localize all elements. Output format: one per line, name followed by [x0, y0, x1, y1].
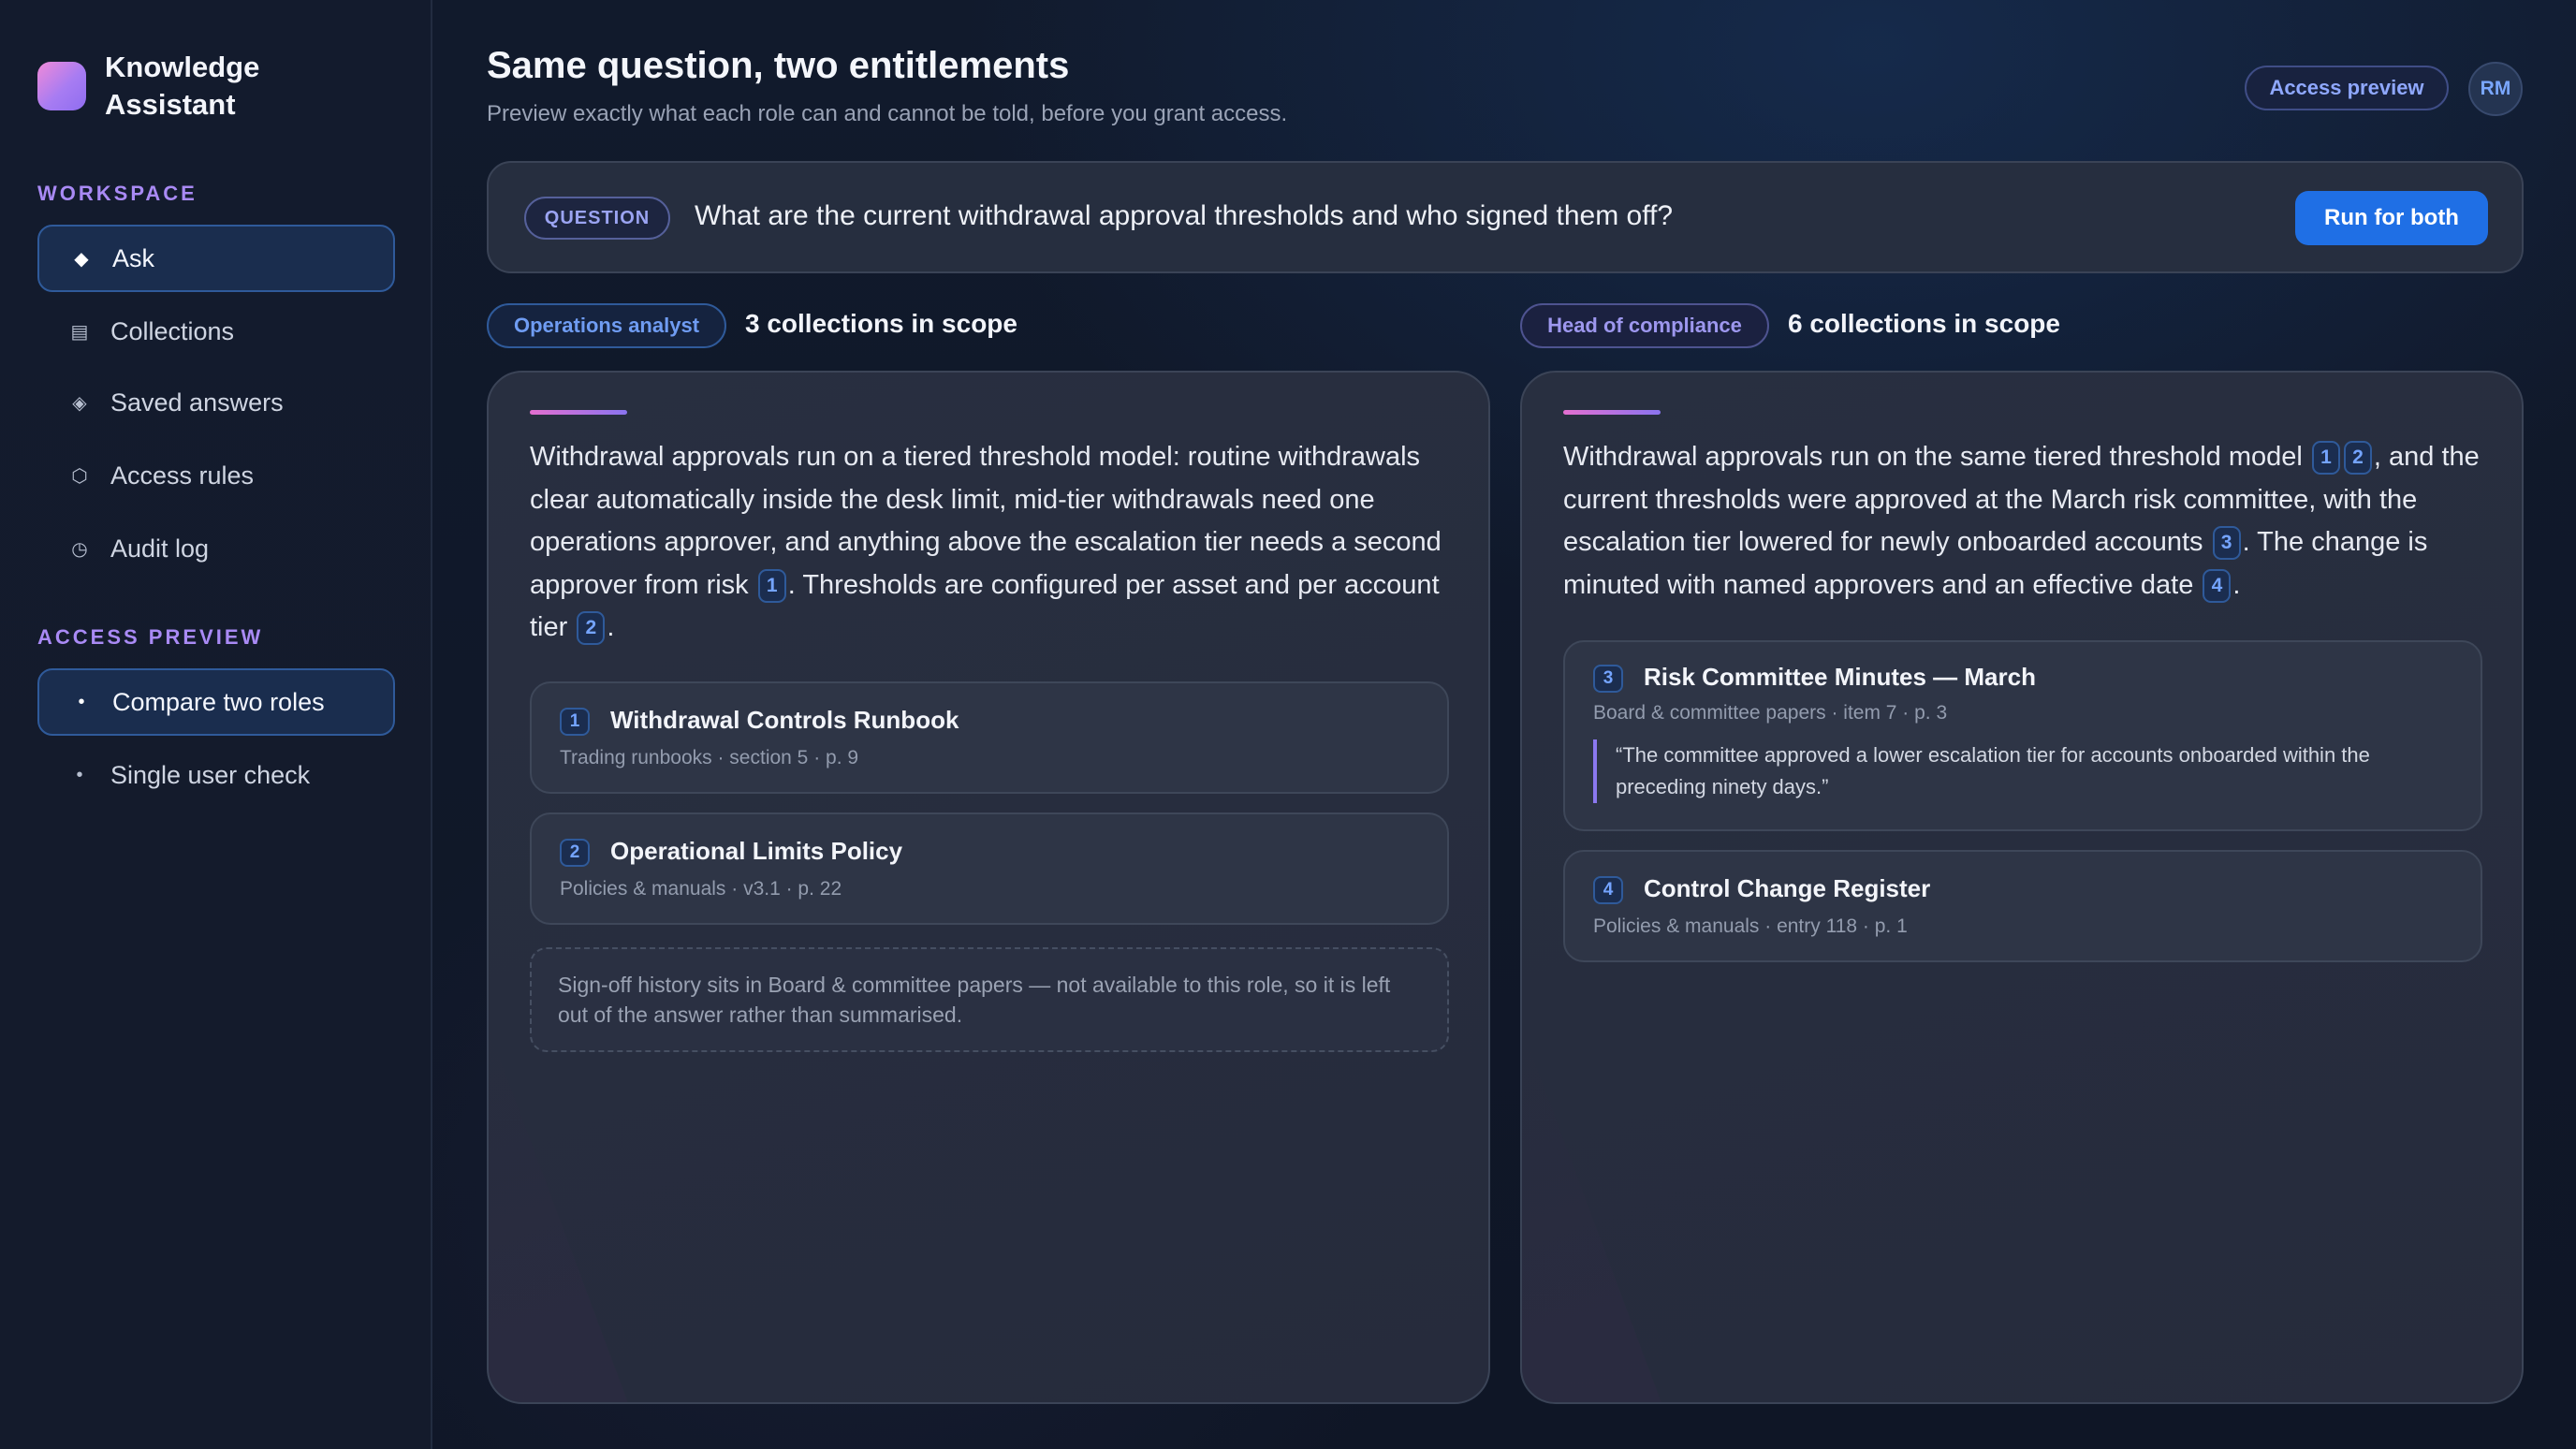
answer-text: Withdrawal approvals run on the same tie… [1563, 436, 2490, 607]
role-badge-head-of-compliance: Head of compliance [1520, 303, 1769, 348]
sidebar-item-label: Ask [112, 243, 155, 272]
question-tag: QUESTION [524, 197, 670, 240]
dot-icon: • [78, 691, 85, 712]
sidebar-item-label: Collections [110, 316, 235, 345]
panel-accent-bar [530, 410, 627, 415]
scope-count-left: 3 collections in scope [745, 309, 1017, 338]
source-card[interactable]: 2 Operational Limits Policy Policies & m… [530, 812, 1449, 925]
citation-badge[interactable]: 1 [2311, 441, 2340, 475]
source-title: Operational Limits Policy [610, 837, 903, 865]
page-title: Same question, two entitlements [487, 45, 1070, 86]
run-for-both-button[interactable]: Run for both [2295, 191, 2488, 245]
source-meta: Policies & manuals · entry 118 · p. 1 [1593, 915, 1908, 937]
sidebar-item-compare-two-roles[interactable]: • Compare two roles [37, 668, 395, 736]
citation-badge[interactable]: 2 [577, 611, 606, 645]
source-title: Withdrawal Controls Runbook [610, 706, 959, 734]
answer-panel-head-of-compliance: Withdrawal approvals run on the same tie… [1520, 371, 2524, 1404]
source-number: 2 [560, 839, 590, 867]
source-title: Control Change Register [1644, 874, 1931, 902]
role-badge-operations-analyst: Operations analyst [487, 303, 726, 348]
answer-panel-operations-analyst: Withdrawal approvals run on a tiered thr… [487, 371, 1490, 1404]
sidebar-item-saved-answers[interactable]: ◈ Saved answers [37, 369, 395, 436]
sidebar-item-label: Saved answers [110, 388, 284, 417]
citation-badge[interactable]: 4 [2203, 568, 2232, 603]
sidebar-item-label: Compare two roles [112, 687, 325, 716]
sidebar-item-single-user-check[interactable]: • Single user check [37, 741, 395, 809]
access-preview-button[interactable]: Access preview [2245, 66, 2449, 110]
clock-icon: ◷ [71, 538, 88, 560]
answer-segment: Withdrawal approvals run on the same tie… [1563, 442, 2303, 472]
brand-name-line2: Assistant [105, 88, 236, 121]
sidebar-item-label: Single user check [110, 760, 311, 789]
source-meta: Trading runbooks · section 5 · p. 9 [560, 747, 859, 768]
dot-icon: • [76, 764, 83, 785]
citation-badge[interactable]: 1 [757, 568, 786, 603]
bookmark-diamond-icon: ◈ [72, 392, 87, 414]
answer-segment: . [607, 612, 615, 642]
source-meta: Policies & manuals · v3.1 · p. 22 [560, 878, 842, 900]
source-meta: Board & committee papers · item 7 · p. 3 [1593, 702, 1948, 724]
question-bar: QUESTION What are the current withdrawal… [487, 161, 2524, 273]
access-preview-section-label: ACCESS PREVIEW [37, 625, 264, 649]
page-subtitle: Preview exactly what each role can and c… [487, 101, 1288, 126]
answer-segment: . [2232, 569, 2241, 600]
avatar[interactable]: RM [2468, 62, 2523, 116]
citation-badge[interactable]: 2 [2343, 441, 2372, 475]
sidebar-item-access-rules[interactable]: ⬡ Access rules [37, 442, 395, 509]
answer-text: Withdrawal approvals run on a tiered thr… [530, 436, 1456, 650]
source-card[interactable]: 3 Risk Committee Minutes — March Board &… [1563, 640, 2482, 831]
workspace-section-label: WORKSPACE [37, 182, 198, 205]
source-quote: “The committee approved a lower escalati… [1593, 739, 2454, 803]
sidebar-item-collections[interactable]: ▤ Collections [37, 298, 395, 365]
restricted-content-note: Sign-off history sits in Board & committ… [530, 947, 1449, 1052]
sidebar-item-ask[interactable]: ◆ Ask [37, 225, 395, 292]
brand: Knowledge Assistant [37, 49, 329, 124]
scope-count-right: 6 collections in scope [1788, 309, 2060, 338]
hexagon-icon: ⬡ [71, 465, 88, 487]
brand-logo [37, 62, 86, 110]
question-input[interactable]: What are the current withdrawal approval… [695, 200, 1673, 232]
app-window: Knowledge Assistant WORKSPACE ◆ Ask ▤ Co… [0, 0, 2576, 1449]
brand-name: Knowledge Assistant [105, 49, 329, 124]
stack-icon: ▤ [70, 321, 89, 343]
source-number: 1 [560, 708, 590, 736]
panel-accent-bar [1563, 410, 1661, 415]
diamond-icon: ◆ [74, 248, 89, 270]
sidebar-item-label: Access rules [110, 461, 255, 490]
sidebar-item-audit-log[interactable]: ◷ Audit log [37, 515, 395, 582]
source-card[interactable]: 4 Control Change Register Policies & man… [1563, 850, 2482, 962]
sidebar-item-label: Audit log [110, 534, 210, 563]
source-number: 4 [1593, 876, 1623, 904]
source-card[interactable]: 1 Withdrawal Controls Runbook Trading ru… [530, 681, 1449, 794]
source-number: 3 [1593, 665, 1623, 693]
citation-badge[interactable]: 3 [2212, 526, 2241, 560]
brand-name-line1: Knowledge [105, 51, 260, 83]
sidebar: Knowledge Assistant WORKSPACE ◆ Ask ▤ Co… [0, 0, 432, 1449]
source-title: Risk Committee Minutes — March [1644, 663, 2036, 691]
